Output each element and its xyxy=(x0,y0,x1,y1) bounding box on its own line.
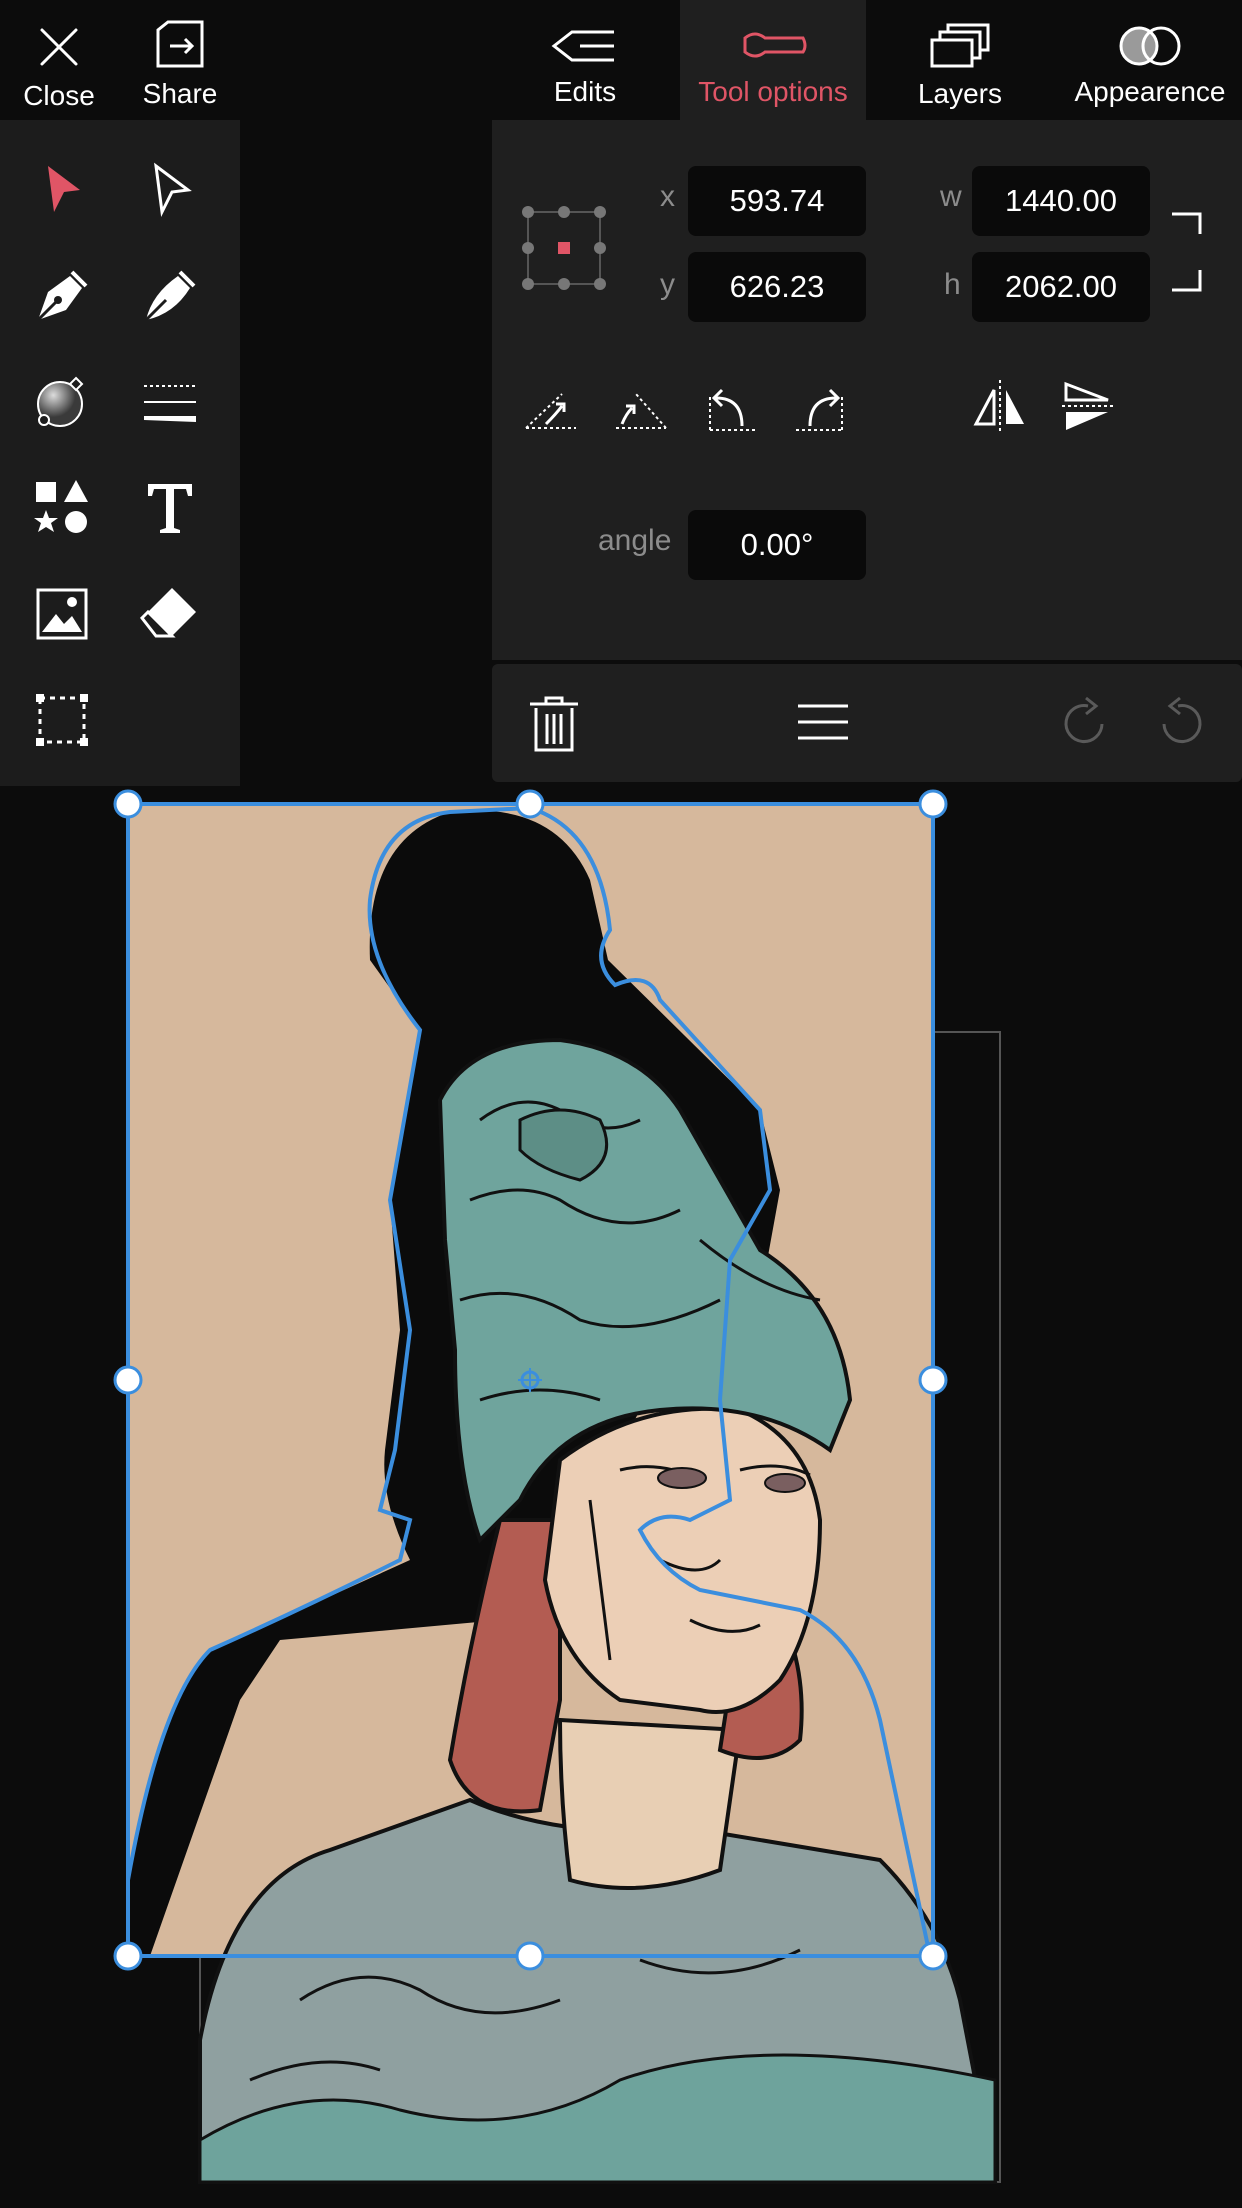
rotate-ccw-button[interactable] xyxy=(702,380,760,434)
tool-direct-select[interactable] xyxy=(130,150,210,230)
share-icon xyxy=(156,20,204,68)
text-tool-icon xyxy=(148,484,192,533)
tab-tool-options-label: Tool options xyxy=(698,76,848,107)
close-label: Close xyxy=(23,80,95,111)
direct-select-icon xyxy=(154,162,192,218)
undo-icon[interactable] xyxy=(1152,694,1208,750)
share-label: Share xyxy=(142,78,218,109)
handle-bottom-right[interactable] xyxy=(918,1941,948,1971)
anchor-point-selector[interactable] xyxy=(516,200,612,296)
tool-brush-pen[interactable] xyxy=(130,256,210,336)
artwork-face xyxy=(542,1406,823,1714)
handle-middle-right[interactable] xyxy=(918,1365,948,1395)
redo-icon[interactable] xyxy=(1058,694,1114,750)
flip-vertical-button[interactable] xyxy=(1058,376,1118,436)
tool-select[interactable] xyxy=(22,150,102,230)
trash-icon[interactable] xyxy=(526,694,582,754)
tab-layers[interactable]: Layers xyxy=(900,0,1020,120)
shapes-icon xyxy=(34,480,88,533)
gradient-fill-icon xyxy=(37,376,84,427)
handle-top-left[interactable] xyxy=(113,789,143,819)
tool-stroke[interactable] xyxy=(130,362,210,442)
wrench-icon xyxy=(743,32,807,58)
tool-pen[interactable] xyxy=(22,256,102,336)
menu-icon[interactable] xyxy=(794,700,852,744)
tool-text[interactable] xyxy=(130,468,210,548)
pen-tool-icon xyxy=(36,270,88,322)
tool-image[interactable] xyxy=(22,574,102,654)
tab-edits-label: Edits xyxy=(553,76,617,107)
tool-shapes[interactable] xyxy=(22,468,102,548)
handle-bottom-left[interactable] xyxy=(113,1941,143,1971)
h-field[interactable]: 2062.00 xyxy=(972,252,1150,322)
y-label: y xyxy=(660,268,675,301)
skew-left-button[interactable] xyxy=(522,384,580,434)
rotate-cw-button[interactable] xyxy=(792,380,850,434)
close-button[interactable]: Close xyxy=(14,0,104,120)
tool-eraser[interactable] xyxy=(130,574,210,654)
tab-edits[interactable]: Edits xyxy=(530,0,640,120)
tool-marquee[interactable] xyxy=(22,680,102,760)
stroke-width-icon xyxy=(144,385,196,422)
flip-horizontal-button[interactable] xyxy=(970,376,1030,436)
skew-right-button[interactable] xyxy=(612,384,670,434)
angle-label: angle xyxy=(598,524,672,557)
canvas[interactable] xyxy=(0,782,1242,2208)
marquee-select-icon xyxy=(36,694,88,746)
close-icon xyxy=(40,28,78,66)
tab-tool-options[interactable]: Tool options xyxy=(680,0,866,120)
tab-layers-label: Layers xyxy=(917,78,1003,109)
w-label: w xyxy=(940,180,962,213)
eraser-icon xyxy=(140,588,196,638)
edits-icon xyxy=(551,30,614,62)
tool-options-panel: x 593.74 y 626.23 w 1440.00 h 2062.00 an… xyxy=(492,120,1242,660)
select-arrow-icon xyxy=(48,166,80,212)
tool-palette xyxy=(0,120,240,786)
angle-field[interactable]: 0.00° xyxy=(688,510,866,580)
brush-pen-icon xyxy=(144,270,196,322)
tool-gradient[interactable] xyxy=(22,362,102,442)
action-bar xyxy=(492,664,1242,782)
layers-icon xyxy=(930,23,990,68)
image-icon xyxy=(36,588,88,640)
y-field[interactable]: 626.23 xyxy=(688,252,866,322)
h-label: h xyxy=(944,268,961,301)
handle-bottom-center[interactable] xyxy=(515,1941,545,1971)
artwork-neck xyxy=(557,1717,743,1890)
share-button[interactable]: Share xyxy=(132,0,228,120)
handle-top-center[interactable] xyxy=(515,789,545,819)
x-field[interactable]: 593.74 xyxy=(688,166,866,236)
tab-appearence-label: Appearence xyxy=(1074,76,1226,107)
link-proportions-icon[interactable] xyxy=(1168,210,1208,294)
w-field[interactable]: 1440.00 xyxy=(972,166,1150,236)
handle-top-right[interactable] xyxy=(918,789,948,819)
x-label: x xyxy=(660,180,675,213)
handle-middle-left[interactable] xyxy=(113,1365,143,1395)
tab-appearence[interactable]: Appearence xyxy=(1070,0,1230,120)
appearance-icon xyxy=(1119,26,1181,66)
